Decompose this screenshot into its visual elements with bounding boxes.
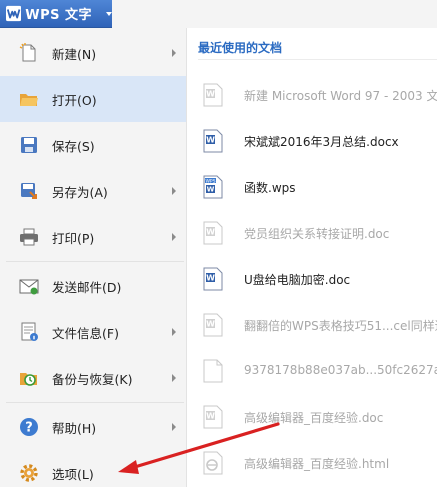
recent-doc-item[interactable]: 9378178b88e037ab...50fc2627a5	[188, 348, 437, 394]
help-icon: ?	[19, 417, 39, 437]
recent-doc-item[interactable]: W 翻翻倍的WPS表格技巧51...cel同样适	[188, 302, 437, 348]
info-icon	[19, 322, 39, 342]
recent-divider	[198, 59, 437, 60]
menu-item-save-as[interactable]: 另存为(A)	[0, 168, 186, 214]
menu-item-save[interactable]: 保存(S)	[0, 122, 186, 168]
gear-icon	[19, 463, 39, 483]
word-doc-icon: W	[203, 83, 223, 107]
svg-text:?: ?	[25, 421, 33, 436]
toolbar-strip	[112, 0, 437, 28]
word-doc-icon: W	[203, 405, 223, 429]
word-doc-icon: W	[203, 129, 223, 153]
svg-text:W: W	[206, 228, 215, 237]
recent-doc-item[interactable]: W 党员组织关系转接证明.doc	[188, 210, 437, 256]
submenu-arrow-icon	[172, 49, 176, 57]
menu-divider	[6, 261, 184, 262]
word-doc-icon: W	[203, 313, 223, 337]
submenu-arrow-icon	[172, 233, 176, 241]
folder-icon	[19, 89, 39, 109]
menu-item-open[interactable]: 打开(O)	[0, 76, 186, 122]
recent-documents-title: 最近使用的文档	[198, 41, 283, 55]
menu-item-send-mail[interactable]: 发送邮件(D)	[0, 263, 186, 309]
app-title: WPS 文字	[25, 8, 92, 23]
menu-item-options[interactable]: 选项(L)	[0, 450, 186, 487]
html-file-icon	[203, 451, 223, 475]
recent-doc-item[interactable]: W 新建 Microsoft Word 97 - 2003 文	[188, 72, 437, 118]
menu-item-print[interactable]: 打印(P)	[0, 214, 186, 260]
recent-doc-item[interactable]: W U盘给电脑加密.doc	[188, 256, 437, 302]
wps-app-menu-button[interactable]: WPS 文字	[0, 0, 112, 28]
svg-text:W: W	[206, 412, 215, 421]
recent-doc-item[interactable]: W 高级编辑器_百度经验.doc	[188, 394, 437, 440]
word-doc-icon: W	[203, 267, 223, 291]
svg-text:W: W	[207, 186, 215, 194]
menu-item-help[interactable]: ? 帮助(H)	[0, 404, 186, 450]
submenu-arrow-icon	[172, 187, 176, 195]
save-icon	[19, 135, 39, 155]
save-as-icon	[19, 181, 39, 201]
recent-doc-item[interactable]: 高级编辑器_百度经验.html	[188, 440, 437, 486]
recent-doc-item[interactable]: W 宋斌斌2016年3月总结.docx	[188, 118, 437, 164]
wps-logo-icon	[6, 5, 22, 22]
menu-item-backup[interactable]: 备份与恢复(K)	[0, 355, 186, 401]
recent-documents-panel: 最近使用的文档 W 新建 Microsoft Word 97 - 2003 文 …	[188, 28, 437, 487]
new-doc-icon	[19, 43, 39, 63]
menu-item-new[interactable]: 新建(N)	[0, 30, 186, 76]
menu-divider	[6, 402, 184, 403]
wps-doc-icon: WPS W	[203, 175, 223, 199]
svg-text:W: W	[206, 90, 215, 99]
printer-icon	[19, 227, 39, 247]
submenu-arrow-icon	[172, 328, 176, 336]
submenu-arrow-icon	[172, 374, 176, 382]
recent-doc-item[interactable]: WPS W 函数.wps	[188, 164, 437, 210]
svg-text:WPS: WPS	[205, 178, 215, 184]
word-doc-icon: W	[203, 221, 223, 245]
svg-text:W: W	[206, 274, 215, 283]
blank-file-icon	[203, 359, 223, 383]
svg-text:W: W	[206, 320, 215, 329]
backup-icon	[19, 368, 39, 388]
file-menu: 新建(N) 打开(O) 保存(S) 另存为(A) 打印(P) 发送邮件(D) 文…	[0, 28, 187, 487]
menu-item-file-info[interactable]: 文件信息(F)	[0, 309, 186, 355]
submenu-arrow-icon	[172, 423, 176, 431]
mail-icon	[19, 276, 39, 296]
svg-text:W: W	[206, 136, 215, 145]
